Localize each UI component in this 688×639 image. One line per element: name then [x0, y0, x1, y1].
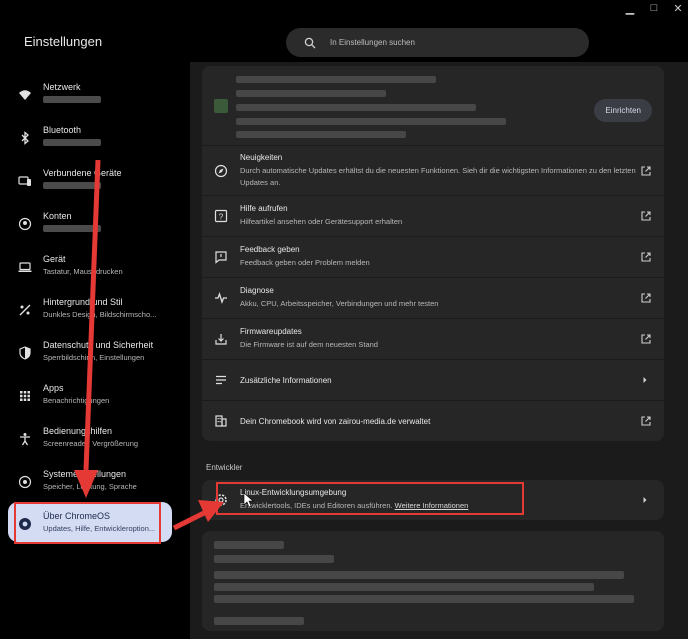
mouse-cursor-icon [243, 492, 254, 508]
arrow-down [83, 159, 101, 471]
arrow-right-head [198, 500, 224, 522]
arrow-right [172, 509, 208, 531]
arrow-down-head [74, 470, 98, 498]
annotation-arrows [74, 159, 254, 531]
